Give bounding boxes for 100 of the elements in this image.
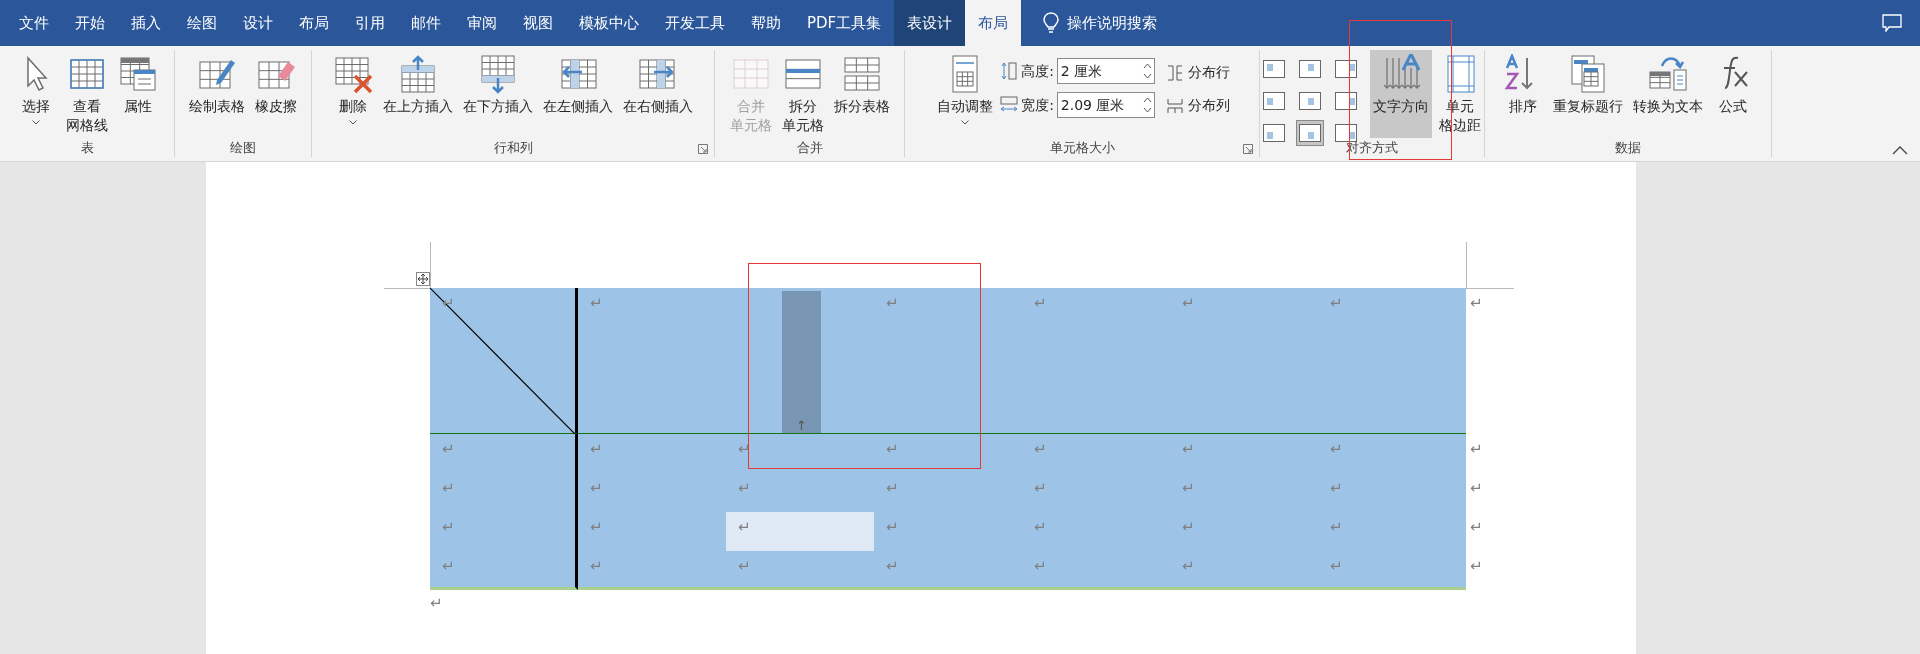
row-end-mark: ↵ bbox=[1470, 294, 1483, 312]
paragraph-mark: ↵ bbox=[886, 479, 899, 497]
paragraph-mark: ↵ bbox=[1330, 479, 1343, 497]
ribbon-button[interactable]: 在下方插入 bbox=[460, 50, 536, 138]
ribbon-tab[interactable]: 插入 bbox=[118, 0, 174, 46]
ribbon-tab[interactable]: 视图 bbox=[510, 0, 566, 46]
caret-icon bbox=[32, 120, 40, 125]
paragraph-mark: ↵ bbox=[1330, 557, 1343, 575]
paragraph-mark: ↵ bbox=[1330, 294, 1343, 312]
table-properties-icon bbox=[118, 54, 158, 94]
paragraph-mark: ↵ bbox=[1330, 518, 1343, 536]
ribbon-tab[interactable]: 引用 bbox=[342, 0, 398, 46]
align-icon bbox=[1299, 124, 1321, 142]
distribute-button[interactable]: 分布行 bbox=[1166, 62, 1230, 83]
size-field[interactable]: 2 厘米 bbox=[1056, 58, 1155, 84]
ribbon-button[interactable]: 在左侧插入 bbox=[540, 50, 616, 138]
paragraph-mark: ↵ bbox=[442, 479, 455, 497]
paragraph-mark: ↵ bbox=[738, 518, 751, 536]
ribbon-button[interactable]: 自动调整 bbox=[934, 50, 997, 138]
dialog-launcher-icon[interactable] bbox=[1243, 144, 1253, 154]
paragraph-mark: ↵ bbox=[886, 294, 899, 312]
ribbon-button[interactable]: 属性 bbox=[115, 50, 161, 138]
ribbon-button[interactable]: 拆分表格 bbox=[830, 50, 893, 138]
align-icon bbox=[1335, 124, 1357, 142]
caret-icon bbox=[349, 120, 357, 125]
ribbon-button[interactable]: 转换为文本 bbox=[1630, 50, 1706, 138]
ribbon-tab[interactable]: 审阅 bbox=[454, 0, 510, 46]
paragraph-mark: ↵ bbox=[1182, 518, 1195, 536]
collapse-ribbon-icon[interactable] bbox=[1892, 146, 1908, 155]
ribbon-button[interactable]: 在右侧插入 bbox=[620, 50, 696, 138]
repeat-header-icon bbox=[1568, 54, 1608, 94]
convert-to-text-icon bbox=[1648, 54, 1688, 94]
ribbon-tab[interactable]: 设计 bbox=[230, 0, 286, 46]
row-end-mark: ↵ bbox=[1470, 479, 1483, 497]
ribbon-tab[interactable]: 开发工具 bbox=[652, 0, 738, 46]
paragraph-mark: ↵ bbox=[1034, 479, 1047, 497]
paragraph-mark: ↵ bbox=[1034, 518, 1047, 536]
ribbon-button[interactable]: 删除 bbox=[330, 50, 376, 138]
paragraph-mark: ↵ bbox=[738, 479, 751, 497]
align-icon bbox=[1299, 92, 1321, 110]
paragraph-mark: ↵ bbox=[590, 479, 603, 497]
align-icon bbox=[1263, 124, 1285, 142]
ribbon-button[interactable]: 文字方向 bbox=[1370, 50, 1432, 138]
ribbon-button[interactable]: 选择 bbox=[13, 50, 59, 138]
paragraph-mark: ↑ bbox=[796, 419, 807, 433]
paragraph-mark: ↵ bbox=[1182, 440, 1195, 458]
paragraph-mark: ↵ bbox=[738, 557, 751, 575]
ribbon-button[interactable]: 橡皮擦 bbox=[252, 50, 300, 138]
spinner-icon[interactable] bbox=[1142, 96, 1152, 114]
ribbon-tab[interactable]: 布局 bbox=[286, 0, 342, 46]
paragraph-mark: ↵ bbox=[1330, 440, 1343, 458]
ribbon-button[interactable]: 查看 网格线 bbox=[63, 50, 111, 138]
paragraph-mark: ↵ bbox=[442, 557, 455, 575]
ribbon-tab[interactable]: 邮件 bbox=[398, 0, 454, 46]
align-icon bbox=[1299, 60, 1321, 78]
width-icon bbox=[1000, 96, 1019, 114]
distribute-button[interactable]: 分布列 bbox=[1166, 95, 1230, 116]
paragraph-mark: ↵ bbox=[590, 518, 603, 536]
paragraph-mark: ↵ bbox=[738, 440, 751, 458]
paragraph-mark: ↵ bbox=[442, 518, 455, 536]
align-button[interactable] bbox=[1296, 120, 1324, 146]
group-label: 单元格大小 bbox=[1049, 139, 1115, 157]
ribbon-tab[interactable]: 开始 bbox=[62, 0, 118, 46]
ribbon-tab[interactable]: 绘图 bbox=[174, 0, 230, 46]
align-icon bbox=[1263, 60, 1285, 78]
ribbon-tab[interactable]: 模板中心 bbox=[566, 0, 652, 46]
ribbon-button[interactable]: 绘制表格 bbox=[186, 50, 248, 138]
paragraph-mark: ↵ bbox=[1034, 557, 1047, 575]
row-end-mark: ↵ bbox=[1470, 440, 1483, 458]
comment-icon[interactable] bbox=[1882, 14, 1902, 32]
size-field[interactable]: 2.09 厘米 bbox=[1056, 92, 1155, 118]
paragraph-mark: ↵ bbox=[1034, 294, 1047, 312]
ribbon-button[interactable]: 重复标题行 bbox=[1550, 50, 1626, 138]
paragraph-mark: ↵ bbox=[430, 594, 444, 612]
ribbon-tab[interactable]: 帮助 bbox=[738, 0, 794, 46]
insert-below-icon bbox=[478, 54, 518, 94]
ribbon-button[interactable]: 公式 bbox=[1710, 50, 1756, 138]
split-table-icon bbox=[841, 54, 882, 94]
paragraph-mark: ↵ bbox=[886, 557, 899, 575]
row-end-mark: ↵ bbox=[1470, 557, 1483, 575]
ribbon-button[interactable]: 在上方插入 bbox=[380, 50, 456, 138]
field-label: 高度: bbox=[1021, 61, 1054, 81]
ribbon-tab[interactable]: 布局 bbox=[965, 0, 1022, 46]
tell-me-search[interactable]: 操作说明搜索 bbox=[1067, 11, 1158, 35]
ribbon-tab[interactable]: 表设计 bbox=[894, 0, 966, 46]
ribbon-tab[interactable]: PDF工具集 bbox=[794, 0, 895, 46]
ribbon-tab[interactable]: 文件 bbox=[6, 0, 62, 46]
paragraph-mark: ↵ bbox=[442, 440, 455, 458]
move-handle-icon[interactable] bbox=[416, 272, 430, 286]
distribute-rows-icon bbox=[1166, 64, 1183, 81]
dialog-launcher-icon[interactable] bbox=[698, 144, 708, 154]
ribbon-button[interactable]: 排序 bbox=[1500, 50, 1546, 138]
ribbon-button[interactable]: 拆分 单元格 bbox=[778, 50, 827, 138]
spinner-icon[interactable] bbox=[1142, 62, 1152, 80]
field-label: 宽度: bbox=[1021, 95, 1054, 115]
delete-table-icon bbox=[333, 54, 373, 94]
align-icon bbox=[1335, 60, 1357, 78]
paragraph-mark: ↵ bbox=[590, 557, 603, 575]
insert-above-icon bbox=[398, 54, 438, 94]
group-label: 表 bbox=[80, 139, 94, 157]
